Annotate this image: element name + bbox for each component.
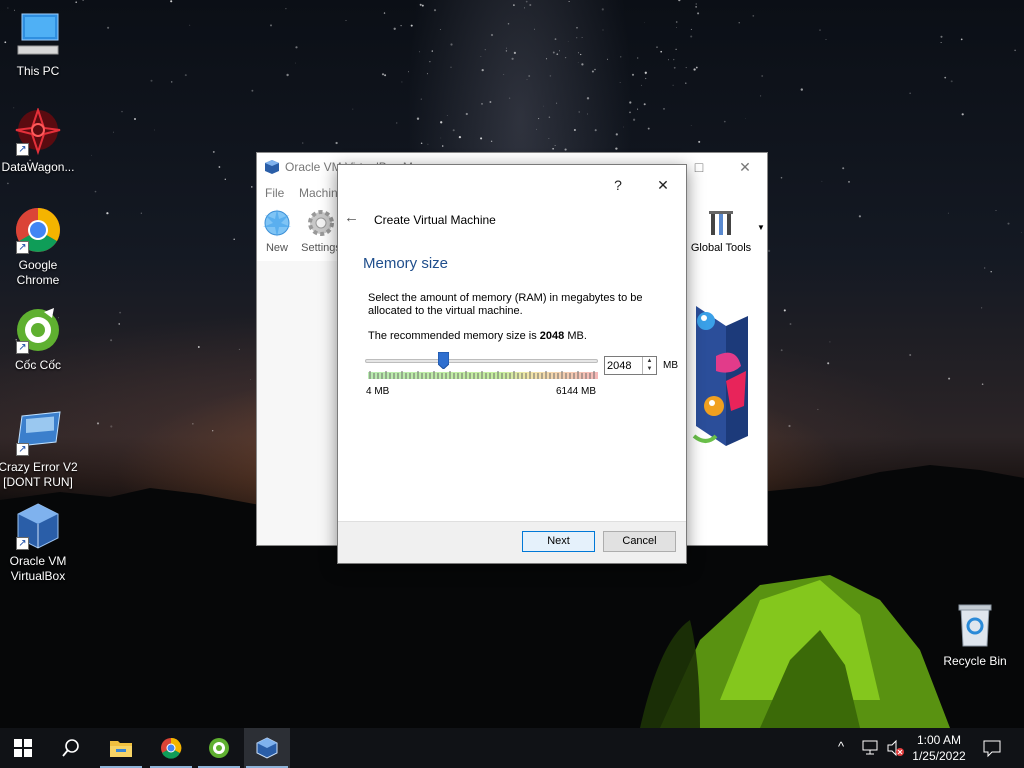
search-icon xyxy=(62,739,79,757)
desktop-icon-crazy-error[interactable]: ↗ Crazy Error V2 [DONT RUN] xyxy=(0,408,78,490)
create-vm-dialog[interactable]: ? ✕ ← Create Virtual Machine Memory size… xyxy=(337,164,687,564)
icon-label-line2: [DONT RUN] xyxy=(3,475,73,489)
taskbar-chrome[interactable] xyxy=(148,728,194,768)
icon-label: This PC xyxy=(16,64,60,78)
maximize-button[interactable]: □ xyxy=(689,157,709,177)
dialog-close-button[interactable]: ✕ xyxy=(651,173,675,197)
system-clock[interactable]: 1:00 AM 1/25/2022 xyxy=(900,732,978,764)
desktop-icon-recycle-bin[interactable]: Recycle Bin xyxy=(935,602,1015,669)
icon-label: Recycle Bin xyxy=(943,654,1007,668)
memory-slider-thumb[interactable] xyxy=(437,352,449,369)
machine-list-pane[interactable] xyxy=(257,261,347,545)
computer-icon xyxy=(14,12,62,60)
recommended-value: 2048 xyxy=(539,330,565,342)
memory-slider-track[interactable] xyxy=(365,359,598,363)
icon-label-line1: Crazy Error V2 xyxy=(0,460,78,474)
menu-file[interactable]: File xyxy=(265,186,284,200)
memory-spinbox[interactable]: ▲ ▼ xyxy=(604,356,657,375)
virtualbox-mascot-illustration xyxy=(692,306,748,446)
virtualbox-icon xyxy=(265,160,279,174)
desktop-icon-datawagon[interactable]: ↗ DataWagon... xyxy=(0,106,78,175)
desktop-icon-google-chrome[interactable]: ↗ Google Chrome xyxy=(0,206,78,288)
icon-label: DataWagon... xyxy=(1,160,75,174)
cancel-button[interactable]: Cancel xyxy=(603,531,676,552)
back-arrow-icon[interactable]: ← xyxy=(344,209,359,226)
recommend-suffix: MB. xyxy=(564,330,587,342)
memory-slider-scale xyxy=(368,371,598,379)
show-hidden-icons-chevron-icon[interactable]: ^ xyxy=(838,739,844,768)
shortcut-arrow-icon: ↗ xyxy=(16,443,29,456)
desktop-icon-virtualbox[interactable]: ↗ Oracle VM VirtualBox xyxy=(0,502,78,584)
gear-icon xyxy=(308,210,334,236)
global-tools-label: Global Tools xyxy=(690,242,752,254)
global-tools-icon xyxy=(709,211,733,235)
icon-label-line1: Google xyxy=(18,258,58,272)
taskbar-virtualbox[interactable] xyxy=(244,728,290,768)
memory-description: Select the amount of memory (RAM) in meg… xyxy=(368,292,643,317)
search-button[interactable] xyxy=(48,728,94,768)
spin-buttons: ▲ ▼ xyxy=(642,357,656,374)
dialog-title: Create Virtual Machine xyxy=(374,213,496,227)
new-icon xyxy=(263,209,291,237)
global-tools-button[interactable]: Global Tools xyxy=(687,207,755,254)
virtualbox-icon: ↗ xyxy=(14,502,62,550)
slider-min-label: 4 MB xyxy=(366,386,390,397)
network-icon[interactable] xyxy=(862,739,880,768)
windows-start-icon xyxy=(14,739,32,757)
clock-date: 1/25/2022 xyxy=(912,749,966,763)
app-window-icon: ↗ xyxy=(14,408,62,456)
close-button[interactable]: ✕ xyxy=(735,157,755,177)
datawagon-icon: ↗ xyxy=(14,106,62,156)
recommend-prefix: The recommended memory size is xyxy=(368,330,540,342)
icon-label-line2: VirtualBox xyxy=(10,569,66,583)
spin-down-icon[interactable]: ▼ xyxy=(643,365,656,373)
clock-time: 1:00 AM xyxy=(916,733,962,747)
help-button[interactable]: ? xyxy=(606,173,630,197)
shortcut-arrow-icon: ↗ xyxy=(16,143,29,156)
taskbar-coccoc[interactable] xyxy=(196,728,242,768)
section-title: Memory size xyxy=(363,255,449,272)
spin-up-icon[interactable]: ▲ xyxy=(643,357,656,365)
slider-max-label: 6144 MB xyxy=(556,386,597,397)
icon-label-line1: Oracle VM xyxy=(9,554,67,568)
recommended-memory-text: The recommended memory size is 2048 MB. xyxy=(368,330,587,342)
next-button[interactable]: Next xyxy=(522,531,595,552)
new-label: New xyxy=(265,242,288,254)
memory-size-input[interactable] xyxy=(605,357,643,374)
shortcut-arrow-icon: ↗ xyxy=(16,241,29,254)
desktop-icon-coccoc[interactable]: ↗ Cốc Cốc xyxy=(0,306,78,373)
virtualbox-icon xyxy=(256,737,278,759)
taskbar-file-explorer[interactable] xyxy=(98,728,144,768)
recycle-bin-icon xyxy=(951,602,999,650)
taskbar: ^ 1:00 AM 1/25/2022 xyxy=(0,728,1024,768)
chrome-icon xyxy=(161,737,182,759)
icon-label: Cốc Cốc xyxy=(14,358,61,372)
shortcut-arrow-icon: ↗ xyxy=(16,341,29,354)
start-button[interactable] xyxy=(0,728,46,768)
memory-unit-label: MB xyxy=(663,360,678,371)
new-button[interactable]: New xyxy=(259,207,295,254)
icon-label-line2: Chrome xyxy=(16,273,60,287)
shortcut-arrow-icon: ↗ xyxy=(16,537,29,550)
dialog-footer: Next Cancel xyxy=(338,521,686,563)
coccoc-icon xyxy=(209,738,229,758)
desktop-icon-this-pc[interactable]: This PC xyxy=(0,12,78,79)
file-explorer-icon xyxy=(110,741,132,757)
chrome-icon: ↗ xyxy=(14,206,62,254)
chevron-down-icon[interactable]: ▼ xyxy=(757,223,765,232)
notifications-icon[interactable] xyxy=(982,739,1002,768)
coccoc-icon: ↗ xyxy=(14,306,62,354)
